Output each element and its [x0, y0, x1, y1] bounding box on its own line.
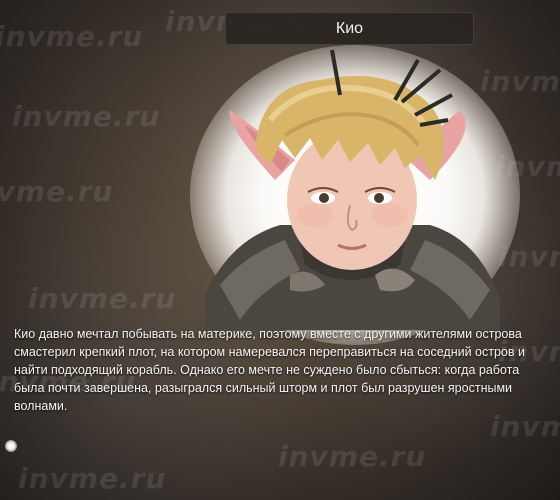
character-description: Кио давно мечтал побывать на материке, п…	[14, 327, 525, 413]
watermark-text: invme.ru	[18, 462, 167, 495]
character-portrait	[205, 49, 500, 330]
watermark-text: invme.ru	[0, 175, 114, 208]
character-name: Кио	[335, 19, 364, 37]
watermark-text: invme.ru	[28, 282, 177, 315]
watermark-text: invme.ru	[278, 440, 427, 473]
watermark-text: invme.ru	[0, 20, 144, 53]
watermark-text: invme.ru	[12, 100, 161, 133]
light-orb-icon	[5, 440, 17, 452]
dialog-title-bar: Кио	[225, 12, 474, 45]
